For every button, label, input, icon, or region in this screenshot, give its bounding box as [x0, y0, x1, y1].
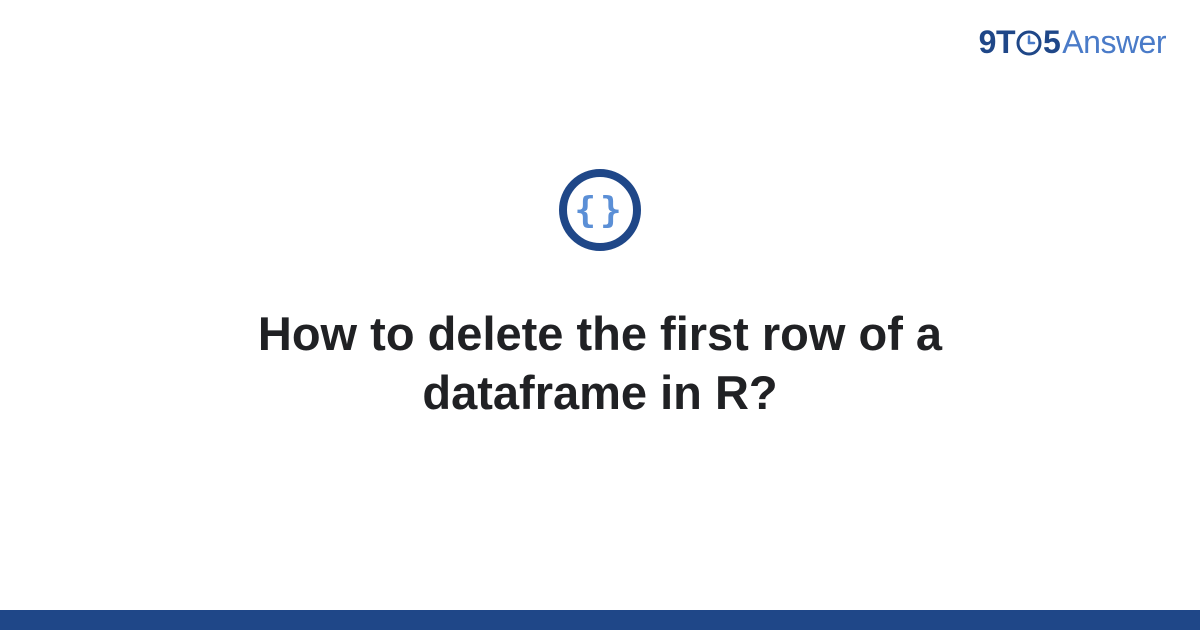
svg-text:{}: {}: [574, 190, 621, 231]
main-content: {} How to delete the first row of a data…: [0, 0, 1200, 610]
footer-accent-bar: [0, 610, 1200, 630]
brace-left: {: [574, 190, 596, 231]
brace-right: }: [600, 190, 622, 231]
code-braces-icon: {}: [558, 168, 642, 257]
question-title: How to delete the first row of a datafra…: [140, 305, 1060, 423]
